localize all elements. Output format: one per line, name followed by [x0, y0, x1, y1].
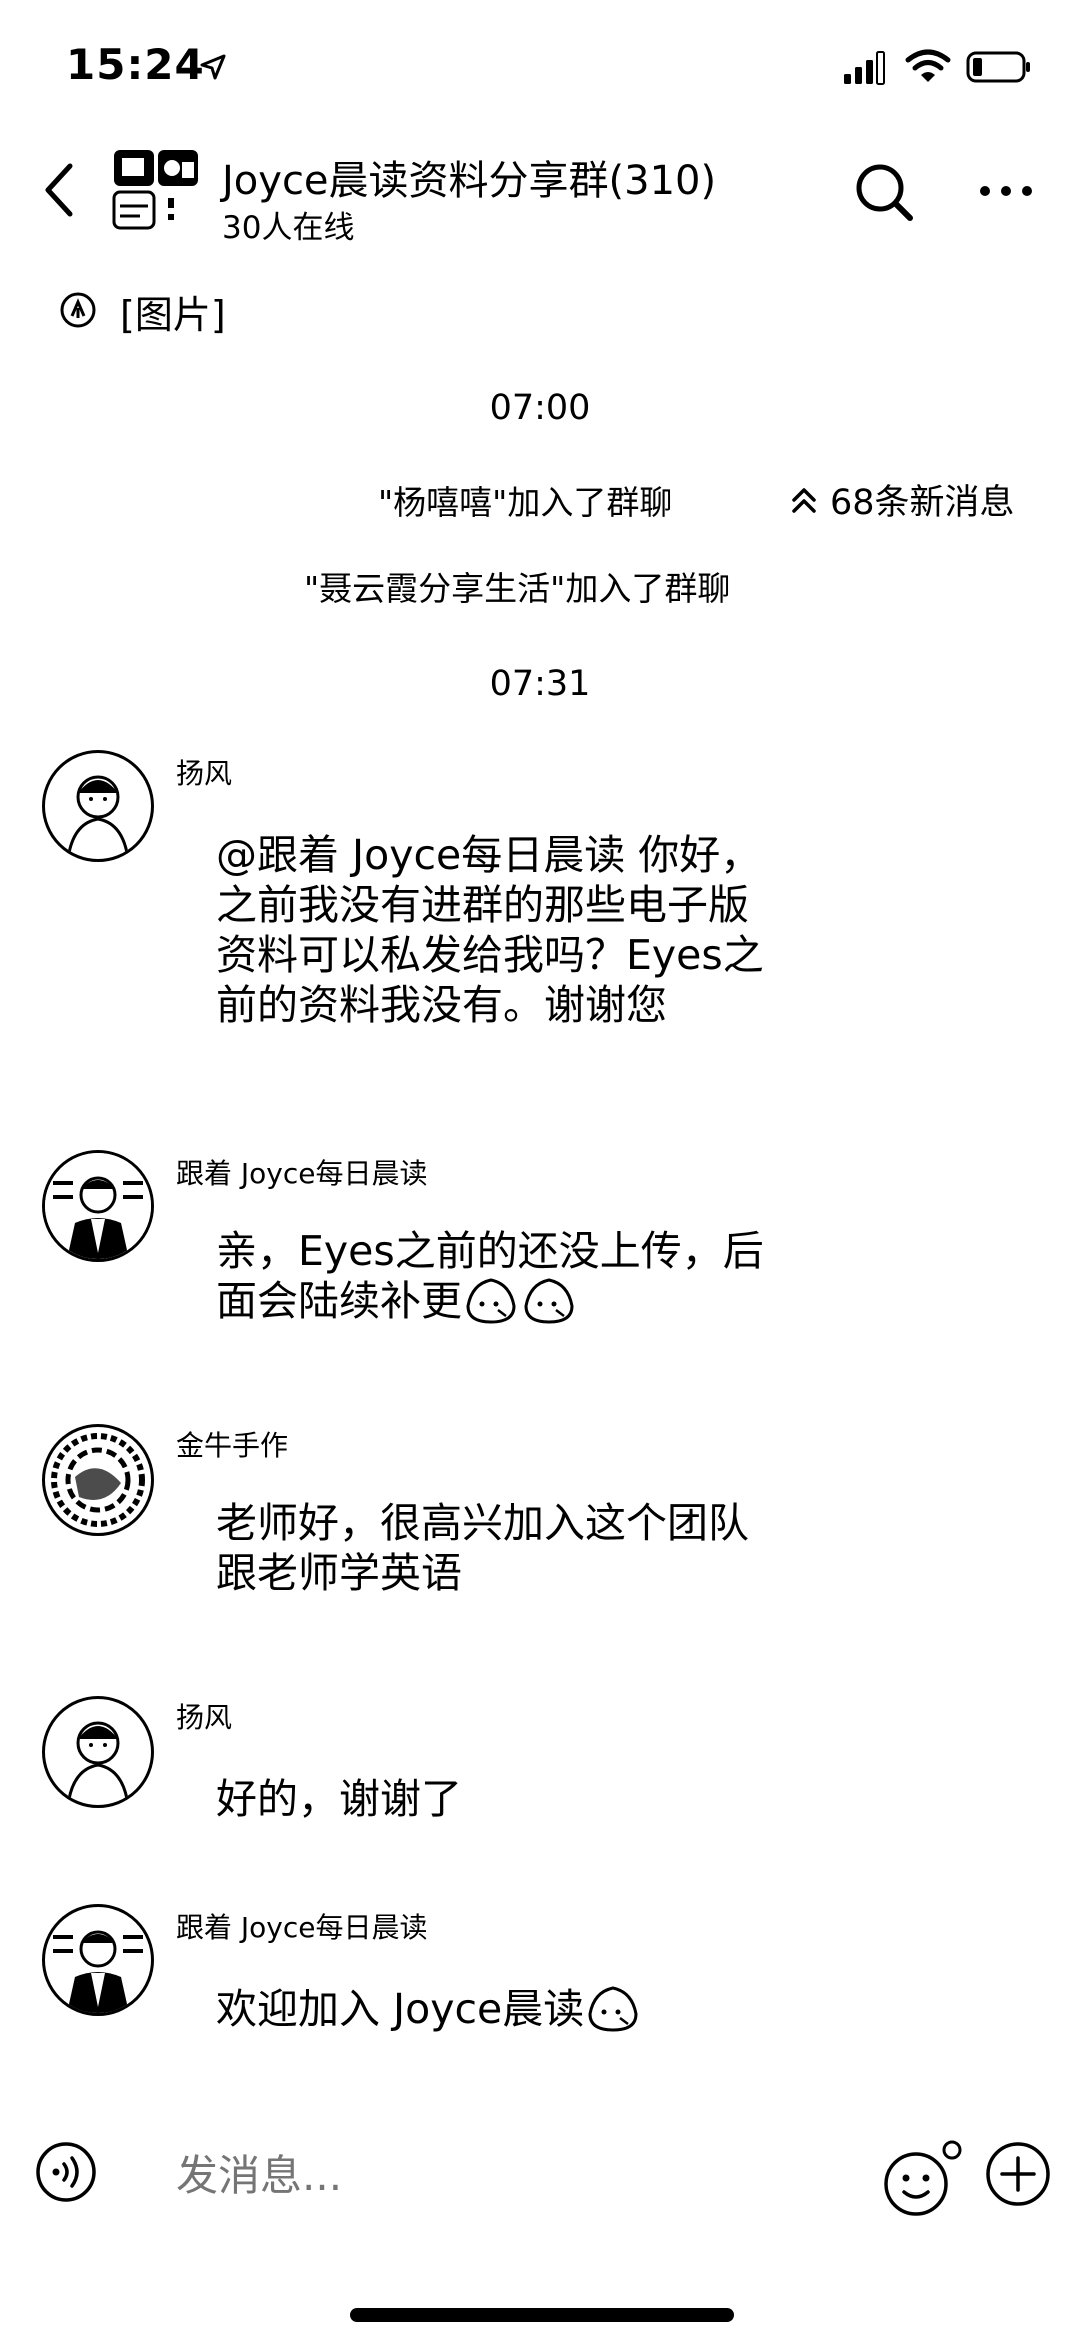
more-icon[interactable]	[976, 176, 1036, 206]
sender-name: 扬风	[176, 1701, 233, 1734]
system-message: "聂云霞分享生活"加入了群聊	[304, 569, 731, 608]
home-indicator[interactable]	[350, 2308, 734, 2322]
plus-icon[interactable]	[984, 2140, 1052, 2208]
avatar[interactable]	[42, 1424, 154, 1536]
pinned-icon	[60, 292, 96, 328]
avatar[interactable]	[42, 1904, 154, 2016]
egg-face-emoji-icon	[466, 1278, 516, 1324]
message-text[interactable]: 老师好，很高兴加入这个团队 跟老师学英语	[216, 1498, 876, 1598]
avatar[interactable]	[42, 750, 154, 862]
double-chevron-up-icon	[792, 487, 816, 513]
message-input[interactable]	[176, 2146, 856, 2206]
sender-name: 跟着 Joyce每日晨读	[176, 1911, 428, 1944]
voice-icon[interactable]	[34, 2140, 98, 2204]
search-icon[interactable]	[852, 160, 916, 224]
signal-icon	[844, 51, 885, 85]
message-text[interactable]: 欢迎加入 Joyce晨读	[216, 1984, 876, 2034]
sender-name: 金牛手作	[176, 1429, 289, 1462]
new-messages-label: 68条新消息	[830, 483, 1015, 523]
wifi-icon	[905, 49, 951, 82]
location-arrow-icon	[200, 54, 226, 80]
new-messages-button[interactable]: 68条新消息	[788, 474, 1015, 525]
pinned-message[interactable]: [图片]	[120, 284, 226, 339]
online-count: 30人在线	[222, 210, 355, 246]
group-avatar	[112, 150, 198, 230]
status-time: 15:24	[66, 40, 205, 89]
battery-icon	[966, 51, 1030, 83]
message-text[interactable]: 好的，谢谢了	[216, 1774, 876, 1824]
sender-name: 扬风	[176, 757, 233, 790]
timestamp: 07:31	[489, 664, 591, 704]
timestamp: 07:00	[489, 388, 591, 428]
message-text[interactable]: 亲，Eyes之前的还没上传，后 面会陆续补更	[216, 1226, 876, 1326]
egg-face-emoji-icon	[588, 1986, 638, 2032]
emoji-icon[interactable]	[880, 2138, 964, 2218]
egg-face-emoji-icon	[524, 1278, 574, 1324]
sender-name: 跟着 Joyce每日晨读	[176, 1157, 428, 1190]
avatar[interactable]	[42, 1696, 154, 1808]
avatar[interactable]	[42, 1150, 154, 1262]
system-message: "杨嘻嘻"加入了群聊	[378, 483, 673, 522]
chat-title[interactable]: Joyce晨读资料分享群(310)	[222, 148, 716, 206]
message-text[interactable]: @跟着 Joyce每日晨读 你好， 之前我没有进群的那些电子版 资料可以私发给我…	[216, 830, 876, 1030]
back-button[interactable]	[40, 160, 80, 220]
